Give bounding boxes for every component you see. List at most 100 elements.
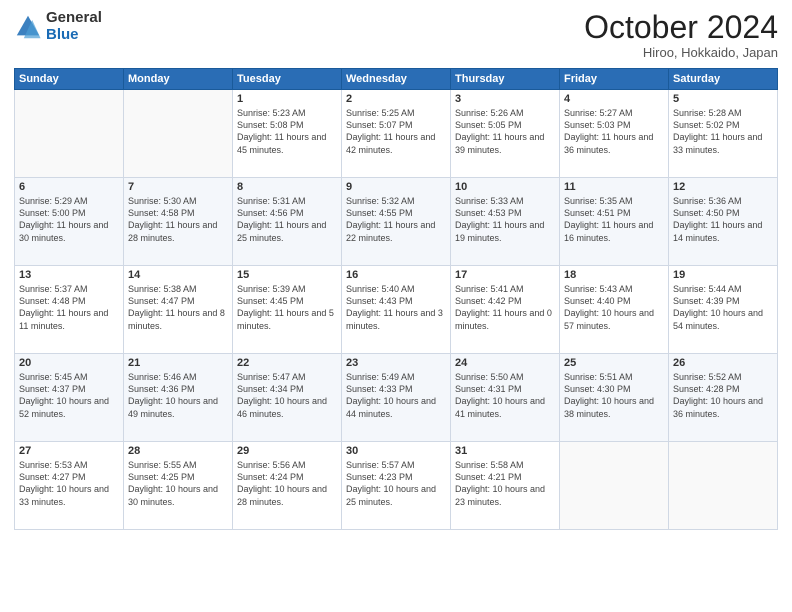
cell-info: Sunrise: 5:27 AMSunset: 5:03 PMDaylight:…: [564, 107, 664, 156]
cell-info: Sunrise: 5:57 AMSunset: 4:23 PMDaylight:…: [346, 459, 446, 508]
calendar-cell: 25 Sunrise: 5:51 AMSunset: 4:30 PMDayligh…: [560, 354, 669, 442]
day-number: 28: [128, 445, 228, 457]
cell-info: Sunrise: 5:45 AMSunset: 4:37 PMDaylight:…: [19, 371, 119, 420]
day-number: 20: [19, 357, 119, 369]
day-number: 31: [455, 445, 555, 457]
cell-info: Sunrise: 5:36 AMSunset: 4:50 PMDaylight:…: [673, 195, 773, 244]
day-number: 3: [455, 93, 555, 105]
day-number: 24: [455, 357, 555, 369]
day-number: 13: [19, 269, 119, 281]
day-number: 1: [237, 93, 337, 105]
calendar-cell: [669, 442, 778, 530]
header: General Blue October 2024 Hiroo, Hokkaid…: [14, 10, 778, 60]
cell-info: Sunrise: 5:46 AMSunset: 4:36 PMDaylight:…: [128, 371, 228, 420]
calendar-cell: 26Sunrise: 5:52 AMSunset: 4:28 PMDayligh…: [669, 354, 778, 442]
day-number: 29: [237, 445, 337, 457]
calendar-cell: 15 Sunrise: 5:39 AMSunset: 4:45 PMDayligh…: [233, 266, 342, 354]
cell-info: Sunrise: 5:51 AMSunset: 4:30 PMDaylight:…: [564, 371, 664, 420]
cell-info: Sunrise: 5:39 AMSunset: 4:45 PMDaylight:…: [237, 283, 337, 332]
calendar-cell: [15, 90, 124, 178]
weekday-header-friday: Friday: [560, 69, 669, 90]
cell-info: Sunrise: 5:29 AMSunset: 5:00 PMDaylight:…: [19, 195, 119, 244]
cell-info: Sunrise: 5:43 AMSunset: 4:40 PMDaylight:…: [564, 283, 664, 332]
day-number: 7: [128, 181, 228, 193]
cell-info: Sunrise: 5:58 AMSunset: 4:21 PMDaylight:…: [455, 459, 555, 508]
cell-info: Sunrise: 5:26 AMSunset: 5:05 PMDaylight:…: [455, 107, 555, 156]
cell-info: Sunrise: 5:33 AMSunset: 4:53 PMDaylight:…: [455, 195, 555, 244]
month-title: October 2024: [584, 10, 778, 45]
day-number: 26: [673, 357, 773, 369]
calendar-cell: 28 Sunrise: 5:55 AMSunset: 4:25 PMDayligh…: [124, 442, 233, 530]
calendar-cell: 10 Sunrise: 5:33 AMSunset: 4:53 PMDayligh…: [451, 178, 560, 266]
day-number: 25: [564, 357, 664, 369]
calendar-cell: [124, 90, 233, 178]
weekday-header-tuesday: Tuesday: [233, 69, 342, 90]
weekday-header-saturday: Saturday: [669, 69, 778, 90]
calendar-cell: [560, 442, 669, 530]
cell-info: Sunrise: 5:47 AMSunset: 4:34 PMDaylight:…: [237, 371, 337, 420]
cell-info: Sunrise: 5:53 AMSunset: 4:27 PMDaylight:…: [19, 459, 119, 508]
calendar-cell: 13 Sunrise: 5:37 AMSunset: 4:48 PMDayligh…: [15, 266, 124, 354]
calendar-week-5: 27 Sunrise: 5:53 AMSunset: 4:27 PMDayligh…: [15, 442, 778, 530]
cell-info: Sunrise: 5:32 AMSunset: 4:55 PMDaylight:…: [346, 195, 446, 244]
calendar-cell: 14Sunrise: 5:38 AMSunset: 4:47 PMDayligh…: [124, 266, 233, 354]
cell-info: Sunrise: 5:40 AMSunset: 4:43 PMDaylight:…: [346, 283, 446, 332]
calendar-cell: 29 Sunrise: 5:56 AMSunset: 4:24 PMDayligh…: [233, 442, 342, 530]
cell-info: Sunrise: 5:41 AMSunset: 4:42 PMDaylight:…: [455, 283, 555, 332]
day-number: 16: [346, 269, 446, 281]
calendar-cell: 5 Sunrise: 5:28 AMSunset: 5:02 PMDaylight…: [669, 90, 778, 178]
calendar-cell: 31 Sunrise: 5:58 AMSunset: 4:21 PMDayligh…: [451, 442, 560, 530]
calendar-cell: 6 Sunrise: 5:29 AMSunset: 5:00 PMDaylight…: [15, 178, 124, 266]
day-number: 15: [237, 269, 337, 281]
title-block: October 2024 Hiroo, Hokkaido, Japan: [584, 10, 778, 60]
calendar-cell: 7Sunrise: 5:30 AMSunset: 4:58 PMDaylight…: [124, 178, 233, 266]
day-number: 30: [346, 445, 446, 457]
weekday-header-row: SundayMondayTuesdayWednesdayThursdayFrid…: [15, 69, 778, 90]
day-number: 4: [564, 93, 664, 105]
cell-info: Sunrise: 5:25 AMSunset: 5:07 PMDaylight:…: [346, 107, 446, 156]
day-number: 17: [455, 269, 555, 281]
day-number: 27: [19, 445, 119, 457]
logo-icon: [14, 13, 42, 41]
day-number: 10: [455, 181, 555, 193]
day-number: 6: [19, 181, 119, 193]
logo-general-text: General: [46, 10, 102, 27]
day-number: 23: [346, 357, 446, 369]
logo-blue-text: Blue: [46, 27, 102, 44]
calendar-cell: 22 Sunrise: 5:47 AMSunset: 4:34 PMDayligh…: [233, 354, 342, 442]
cell-info: Sunrise: 5:31 AMSunset: 4:56 PMDaylight:…: [237, 195, 337, 244]
weekday-header-wednesday: Wednesday: [342, 69, 451, 90]
calendar-cell: 17 Sunrise: 5:41 AMSunset: 4:42 PMDayligh…: [451, 266, 560, 354]
cell-info: Sunrise: 5:35 AMSunset: 4:51 PMDaylight:…: [564, 195, 664, 244]
cell-info: Sunrise: 5:23 AMSunset: 5:08 PMDaylight:…: [237, 107, 337, 156]
cell-info: Sunrise: 5:37 AMSunset: 4:48 PMDaylight:…: [19, 283, 119, 332]
cell-info: Sunrise: 5:49 AMSunset: 4:33 PMDaylight:…: [346, 371, 446, 420]
calendar-cell: 24Sunrise: 5:50 AMSunset: 4:31 PMDayligh…: [451, 354, 560, 442]
calendar-cell: 27 Sunrise: 5:53 AMSunset: 4:27 PMDayligh…: [15, 442, 124, 530]
day-number: 19: [673, 269, 773, 281]
calendar-week-1: 1 Sunrise: 5:23 AMSunset: 5:08 PMDaylight…: [15, 90, 778, 178]
calendar-week-4: 20 Sunrise: 5:45 AMSunset: 4:37 PMDayligh…: [15, 354, 778, 442]
day-number: 11: [564, 181, 664, 193]
day-number: 12: [673, 181, 773, 193]
calendar-page: General Blue October 2024 Hiroo, Hokkaid…: [0, 0, 792, 612]
cell-info: Sunrise: 5:28 AMSunset: 5:02 PMDaylight:…: [673, 107, 773, 156]
calendar-cell: 23 Sunrise: 5:49 AMSunset: 4:33 PMDayligh…: [342, 354, 451, 442]
calendar-cell: 16 Sunrise: 5:40 AMSunset: 4:43 PMDayligh…: [342, 266, 451, 354]
day-number: 9: [346, 181, 446, 193]
calendar-cell: 1 Sunrise: 5:23 AMSunset: 5:08 PMDaylight…: [233, 90, 342, 178]
calendar-cell: 2Sunrise: 5:25 AMSunset: 5:07 PMDaylight…: [342, 90, 451, 178]
cell-info: Sunrise: 5:56 AMSunset: 4:24 PMDaylight:…: [237, 459, 337, 508]
day-number: 21: [128, 357, 228, 369]
calendar-table: SundayMondayTuesdayWednesdayThursdayFrid…: [14, 68, 778, 530]
day-number: 22: [237, 357, 337, 369]
calendar-cell: 30 Sunrise: 5:57 AMSunset: 4:23 PMDayligh…: [342, 442, 451, 530]
day-number: 5: [673, 93, 773, 105]
calendar-cell: 19 Sunrise: 5:44 AMSunset: 4:39 PMDayligh…: [669, 266, 778, 354]
cell-info: Sunrise: 5:44 AMSunset: 4:39 PMDaylight:…: [673, 283, 773, 332]
location-subtitle: Hiroo, Hokkaido, Japan: [584, 45, 778, 60]
cell-info: Sunrise: 5:55 AMSunset: 4:25 PMDaylight:…: [128, 459, 228, 508]
calendar-cell: 4 Sunrise: 5:27 AMSunset: 5:03 PMDaylight…: [560, 90, 669, 178]
calendar-cell: 11 Sunrise: 5:35 AMSunset: 4:51 PMDayligh…: [560, 178, 669, 266]
weekday-header-sunday: Sunday: [15, 69, 124, 90]
